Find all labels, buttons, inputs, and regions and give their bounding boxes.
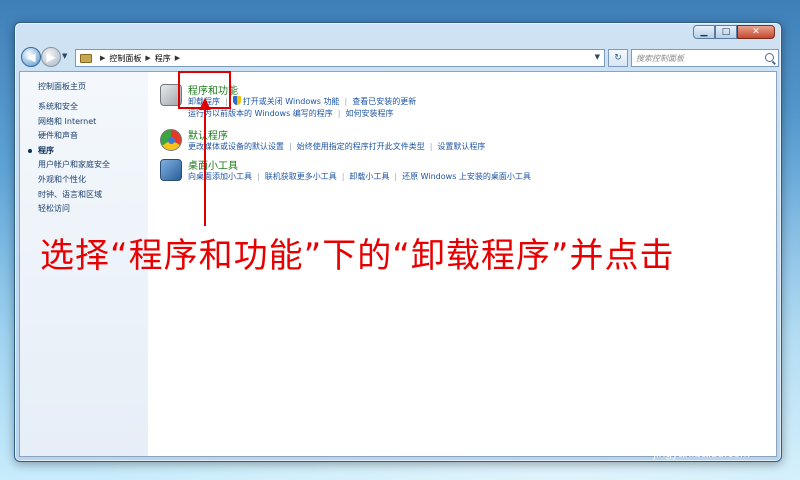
sidebar-item-system-security[interactable]: 系统和安全 — [38, 100, 110, 115]
sidebar-list: 系统和安全 网络和 Internet 硬件和声音 程序 用户帐户和家庭安全 外观… — [28, 100, 110, 217]
link-windows-features[interactable]: 打开或关闭 Windows 功能 — [243, 97, 340, 106]
uac-shield-icon — [232, 96, 241, 105]
gadgets-icon[interactable] — [160, 159, 182, 181]
link-uninstall-gadget[interactable]: 卸载小工具 — [349, 172, 389, 181]
link-get-more-gadgets[interactable]: 联机获取更多小工具 — [265, 172, 337, 181]
recent-pages-chevron-down-icon[interactable]: ▼ — [62, 52, 67, 60]
back-button[interactable]: ◀ — [21, 47, 41, 67]
annotation-arrow-line — [204, 108, 206, 226]
watermark-logo: Bai经验 — [608, 402, 750, 446]
address-toolbar: ◀ ▶ ▼ ▶ 控制面板 ▶ 程序 ▶ ▼ ↻ 搜索控制面板 — [19, 45, 779, 71]
category-title-default-programs[interactable]: 默认程序 — [188, 127, 228, 142]
search-icon[interactable] — [765, 53, 774, 62]
sidebar-item-ease-of-access[interactable]: 轻松访问 — [38, 202, 110, 217]
chevron-right-icon[interactable]: ▶ — [100, 54, 105, 62]
chevron-right-icon[interactable]: ▶ — [145, 54, 150, 62]
baidu-watermark: Bai经验 jingyan.baidu.com — [608, 402, 750, 460]
window-controls: ▁ □ ✕ — [693, 25, 775, 39]
close-button[interactable]: ✕ — [737, 25, 775, 39]
annotation-instruction: 选择“程序和功能”下的“卸载程序”并点击 — [40, 236, 675, 276]
sidebar-item-clock-language[interactable]: 时钟、语言和区域 — [38, 188, 110, 203]
sidebar-item-network[interactable]: 网络和 Internet — [38, 115, 110, 130]
refresh-button[interactable]: ↻ — [608, 49, 628, 67]
search-input[interactable]: 搜索控制面板 — [631, 49, 779, 67]
address-input[interactable]: ▶ 控制面板 ▶ 程序 ▶ ▼ — [75, 49, 605, 67]
minimize-button[interactable]: ▁ — [693, 25, 715, 39]
sidebar-item-programs[interactable]: 程序 — [28, 144, 110, 159]
sidebar-item-home[interactable]: 控制面板主页 — [38, 81, 86, 92]
category-links-row: 运行为以前版本的 Windows 编写的程序 | 如何安装程序 — [188, 109, 394, 118]
category-links-row: 更改媒体或设备的默认设置 | 始终使用指定的程序打开此文件类型 | 设置默认程序 — [188, 142, 486, 151]
link-file-type-association[interactable]: 始终使用指定的程序打开此文件类型 — [297, 142, 425, 151]
watermark-url: jingyan.baidu.com — [653, 446, 750, 460]
link-add-gadgets[interactable]: 向桌面添加小工具 — [188, 172, 252, 181]
sidebar-item-appearance[interactable]: 外观和个性化 — [38, 173, 110, 188]
search-placeholder: 搜索控制面板 — [636, 53, 684, 63]
category-links-row: 向桌面添加小工具 | 联机获取更多小工具 | 卸载小工具 | 还原 Windows 上安装的… — [188, 172, 531, 181]
link-installed-updates[interactable]: 查看已安装的更新 — [352, 97, 416, 106]
sidebar-item-user-accounts[interactable]: 用户帐户和家庭安全 — [38, 158, 110, 173]
breadcrumb-programs[interactable]: 程序 — [155, 53, 171, 64]
breadcrumb-control-panel[interactable]: 控制面板 — [109, 53, 141, 64]
chevron-right-icon[interactable]: ▶ — [175, 54, 180, 62]
default-programs-icon[interactable] — [160, 129, 182, 151]
link-media-defaults[interactable]: 更改媒体或设备的默认设置 — [188, 142, 284, 151]
link-set-default-programs[interactable]: 设置默认程序 — [437, 142, 485, 151]
sidebar-item-hardware-sound[interactable]: 硬件和声音 — [38, 129, 110, 144]
control-panel-folder-icon — [80, 53, 92, 63]
link-restore-gadgets[interactable]: 还原 Windows 上安装的桌面小工具 — [402, 172, 531, 181]
forward-button[interactable]: ▶ — [41, 47, 61, 67]
maximize-button[interactable]: □ — [715, 25, 737, 39]
paw-icon — [610, 414, 637, 440]
address-chevron-down-icon[interactable]: ▼ — [595, 53, 600, 61]
link-compatibility[interactable]: 运行为以前版本的 Windows 编写的程序 — [188, 109, 333, 118]
category-title-desktop-gadgets[interactable]: 桌面小工具 — [188, 157, 238, 172]
link-how-to-install[interactable]: 如何安装程序 — [346, 109, 394, 118]
